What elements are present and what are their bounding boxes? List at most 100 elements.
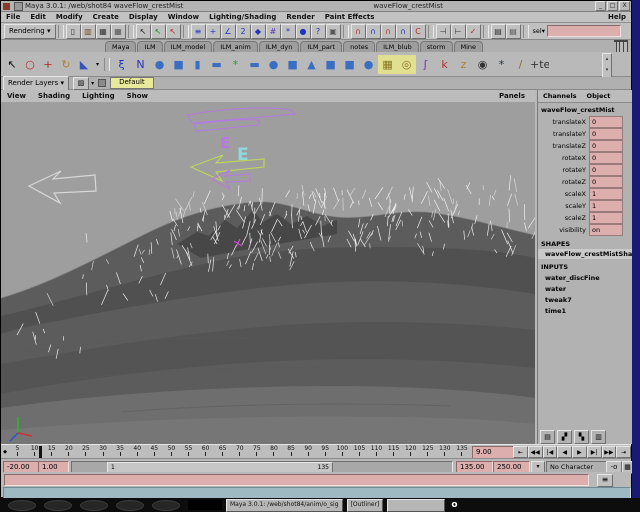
play-forwards-button[interactable]: ▶	[572, 446, 587, 458]
particle-icon[interactable]: *	[492, 55, 511, 74]
live-grid-icon[interactable]: ▦	[378, 55, 397, 74]
joint-tool-icon[interactable]: ʃ	[416, 55, 435, 74]
mask-misc-icon[interactable]: ?	[311, 24, 326, 39]
layer-editor-icon[interactable]: ▨	[73, 77, 89, 90]
menu-item[interactable]: Window	[163, 13, 204, 21]
poly-sphere-icon[interactable]: ●	[150, 55, 169, 74]
current-frame-marker[interactable]	[39, 446, 42, 458]
curve-letter-e-purple[interactable]: E	[220, 134, 230, 152]
channel-value-field[interactable]: 0	[589, 116, 623, 128]
input-node[interactable]: water	[538, 283, 633, 294]
quick-selection-input[interactable]	[547, 25, 621, 37]
go-to-range-start-button[interactable]: ⇤	[513, 446, 528, 458]
layout-shortcut-button-1[interactable]: ▤	[540, 430, 555, 444]
input-node[interactable]: tweak7	[538, 294, 633, 305]
selected-node-name[interactable]: waveFlow_crestMist	[538, 103, 633, 116]
shelf-tab[interactable]: Maya	[105, 41, 136, 52]
perspective-viewport[interactable]: E E	[1, 102, 535, 444]
scale-tool[interactable]: ◣	[75, 55, 93, 74]
input-connections-icon[interactable]: ⊣	[436, 24, 451, 39]
step-back-frame-button[interactable]: |◀	[543, 446, 558, 458]
select-hierarchy-icon[interactable]: ↖	[136, 24, 151, 39]
new-scene-icon[interactable]: ▯	[66, 24, 81, 39]
output-connections-icon[interactable]: ⊢	[451, 24, 466, 39]
channel-value-field[interactable]: 1	[589, 200, 623, 212]
panels-menu[interactable]: Panels	[493, 92, 535, 100]
ep-curve-tool-icon[interactable]: N	[131, 55, 150, 74]
channel-value-field[interactable]: 0	[589, 152, 623, 164]
paint-text-icon[interactable]: +text	[530, 55, 549, 74]
object-menu[interactable]: Object	[582, 92, 616, 100]
mask-points-icon[interactable]: +	[206, 24, 221, 39]
quick-selection-label[interactable]: sel▾	[531, 27, 547, 35]
panel-menu-item[interactable]: Lighting	[76, 92, 121, 100]
shelf-tab[interactable]: Mine	[454, 41, 484, 52]
window-fragment[interactable]	[387, 499, 445, 512]
step-forward-frame-button[interactable]: ▶|	[587, 446, 602, 458]
menu-item[interactable]: File	[1, 13, 25, 21]
nurbs-sphere-icon[interactable]: ●	[264, 55, 283, 74]
step-back-key-button[interactable]: ◀◀	[528, 446, 543, 458]
mask-handles-icon[interactable]: ∠	[221, 24, 236, 39]
camera-icon[interactable]: ◉	[473, 55, 492, 74]
layout-shortcut-button-3[interactable]: ▚	[574, 430, 589, 444]
poly-cube3-icon[interactable]: ■	[340, 55, 359, 74]
select-object-icon[interactable]: ↖	[151, 24, 166, 39]
mask-dynamics-icon[interactable]: *	[281, 24, 296, 39]
render-frame-icon[interactable]: ▤	[491, 24, 506, 39]
panel-menu-item[interactable]: Shading	[32, 92, 76, 100]
channel-value-field[interactable]: 0	[589, 176, 623, 188]
channels-menu[interactable]: Channels	[538, 92, 582, 100]
curve-star-icon[interactable]: *	[226, 55, 245, 74]
snap-point-icon[interactable]: ∩	[381, 24, 396, 39]
shape-node-name[interactable]: waveFlow_crestMistShape	[538, 249, 633, 259]
menu-item[interactable]: Paint Effects	[320, 13, 380, 21]
time-slider[interactable]: ◆ 51015202530354045505560657075808590951…	[1, 444, 631, 458]
channel-value-field[interactable]: on	[589, 224, 623, 236]
ik-handle-tool-icon[interactable]: k	[435, 55, 454, 74]
nurbs-cone-icon[interactable]: ▲	[302, 55, 321, 74]
select-tool[interactable]: ↖	[3, 55, 21, 74]
curve-letter-e-cyan[interactable]: E	[237, 145, 249, 165]
poly-sphere2-icon[interactable]: ●	[359, 55, 378, 74]
mask-surfaces-icon[interactable]: ◆	[251, 24, 266, 39]
snap-curve-icon[interactable]: ∩	[366, 24, 381, 39]
lasso-select-tool[interactable]: ○	[21, 55, 39, 74]
shelf-tab[interactable]: storm	[420, 41, 453, 52]
window-menu-icon[interactable]	[3, 3, 10, 10]
shelf-scroll-arrows[interactable]: ▴▾	[602, 53, 612, 78]
nurbs-cube-icon[interactable]: ■	[283, 55, 302, 74]
snap-grid-icon[interactable]: ∩	[351, 24, 366, 39]
panel-menu-item[interactable]: View	[1, 92, 32, 100]
construction-history-icon[interactable]: ✓	[466, 24, 481, 39]
lock-selection-icon[interactable]: ▣	[326, 24, 341, 39]
tool-options-dropdown[interactable]: ▾	[93, 61, 102, 68]
taskbar-item[interactable]: [Outliner]	[347, 499, 384, 512]
shelf-tab[interactable]: ILM_part	[300, 41, 342, 52]
make-live-icon[interactable]: C	[411, 24, 426, 39]
mask-curves-icon[interactable]: 2	[236, 24, 251, 39]
rotate-tool[interactable]: ↻	[57, 55, 75, 74]
menu-item[interactable]: Lighting/Shading	[204, 13, 281, 21]
snap-plane-icon[interactable]: ∩	[396, 24, 411, 39]
poly-cube-icon[interactable]: ■	[169, 55, 188, 74]
channel-value-field[interactable]: 0	[589, 164, 623, 176]
mask-rendering-icon[interactable]: ●	[296, 24, 311, 39]
measure-tool-icon[interactable]: ∕	[511, 55, 530, 74]
command-input[interactable]	[4, 474, 589, 486]
spline-ik-icon[interactable]: z	[454, 55, 473, 74]
menu-item[interactable]: Create	[88, 13, 124, 21]
poly-plane-icon[interactable]: ▬	[207, 55, 226, 74]
poly-cube2-icon[interactable]: ■	[321, 55, 340, 74]
menu-set-selector[interactable]: Rendering ▾	[4, 24, 56, 39]
mask-deformations-icon[interactable]: #	[266, 24, 281, 39]
channel-value-field[interactable]: 1	[589, 212, 623, 224]
desktop-icon[interactable]: o	[451, 500, 457, 510]
shelf-tab[interactable]: ILM	[137, 41, 162, 52]
input-node[interactable]: water_discFine	[538, 272, 633, 283]
close-button[interactable]: X	[619, 1, 630, 11]
nurbs-plane-icon[interactable]: ▬	[245, 55, 264, 74]
menu-item[interactable]: Modify	[51, 13, 88, 21]
maximize-button[interactable]: □	[607, 1, 618, 11]
render-layers-menu[interactable]: Render Layers ▾	[3, 76, 69, 91]
